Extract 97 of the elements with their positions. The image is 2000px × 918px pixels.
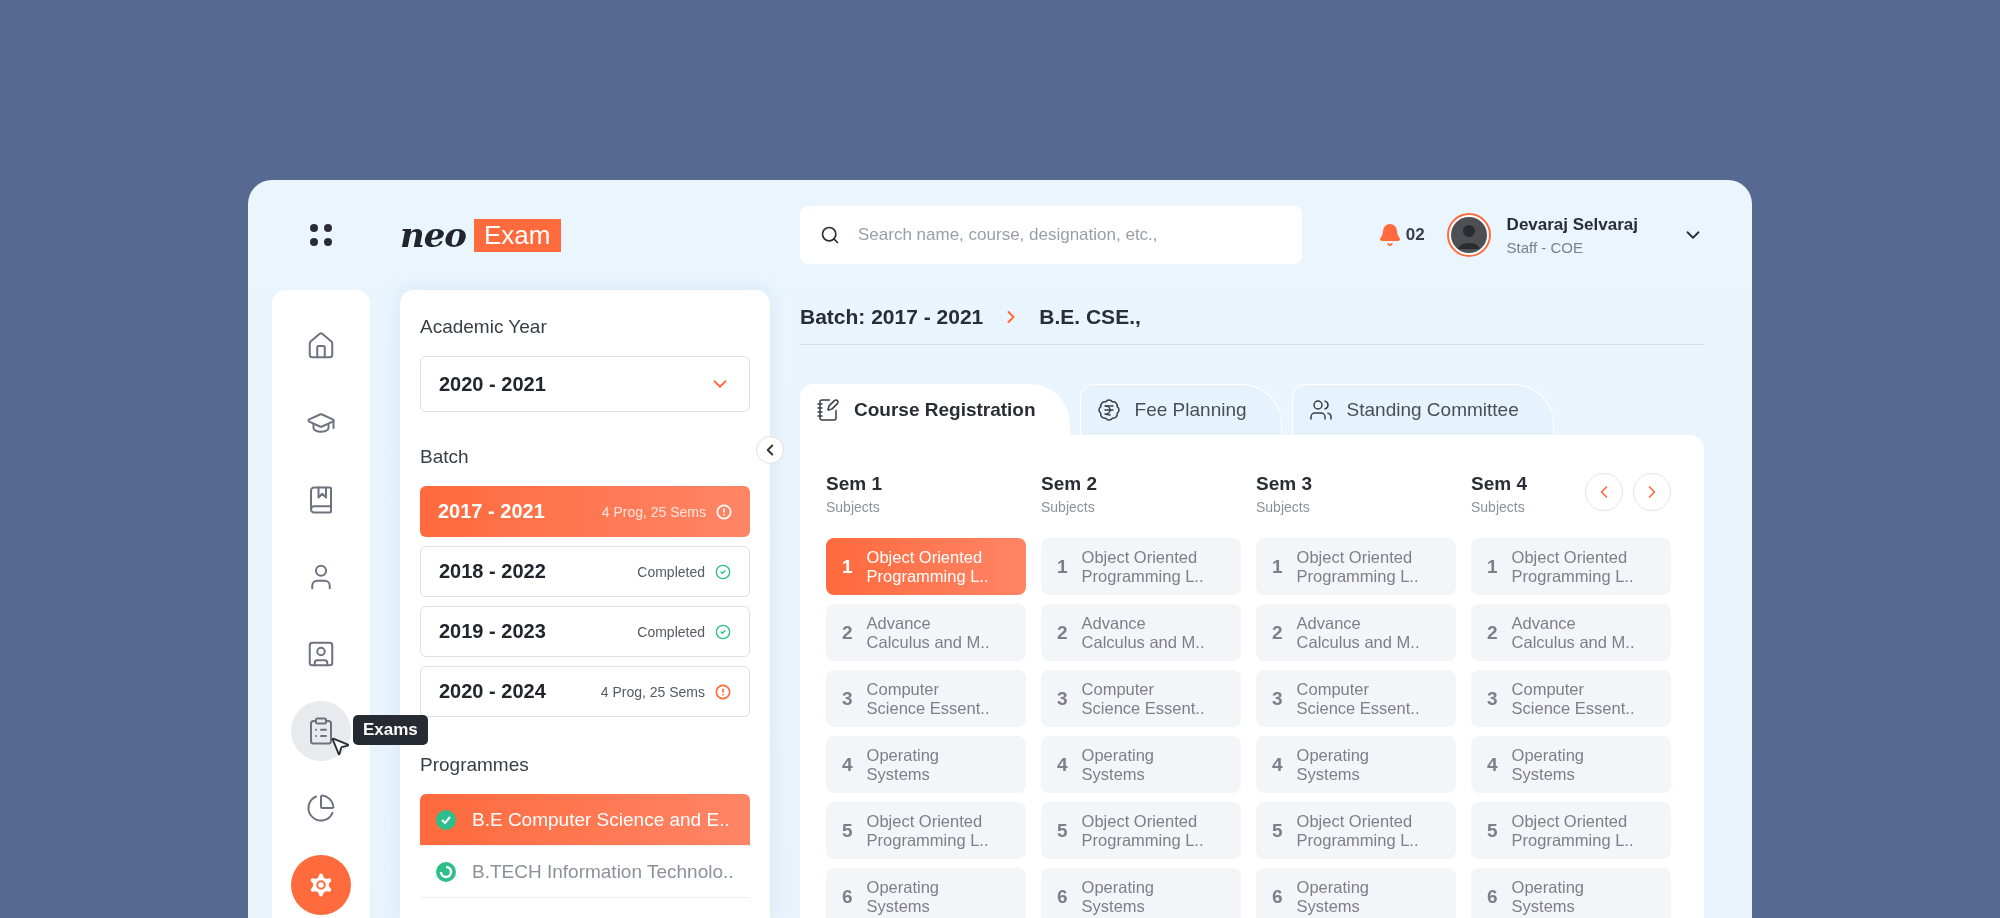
subject-number: 2 — [842, 621, 853, 644]
subject-name: Computer Science Essent.. — [1296, 679, 1421, 718]
programme-item[interactable]: B.E Computer Science and E.. — [420, 794, 750, 846]
collapse-button[interactable] — [756, 436, 784, 464]
batch-label: 2020 - 2024 — [439, 680, 546, 703]
user-name: Devaraj Selvaraj — [1506, 214, 1638, 235]
subject-number: 4 — [1057, 753, 1068, 776]
subject-number: 3 — [1487, 687, 1498, 710]
batch-status: 4 Prog, 25 Sems — [601, 503, 706, 520]
subject-number: 6 — [1272, 885, 1283, 908]
tab[interactable]: Course Registration — [800, 384, 1070, 435]
subject-name: Object Oriented Programming L.. — [866, 547, 990, 586]
menu-dots-icon[interactable] — [309, 223, 333, 247]
subject-name: Advance Calculus and M.. — [1081, 613, 1206, 652]
academic-year-dropdown[interactable]: 2020 - 2021 — [420, 356, 750, 412]
notebook-pen-icon — [816, 397, 840, 422]
batch-status: 4 Prog, 25 Sems — [600, 683, 705, 700]
section-label: Academic Year — [420, 316, 548, 338]
subject-number: 2 — [1487, 621, 1498, 644]
home-icon — [306, 331, 336, 361]
subject-number: 4 — [842, 753, 853, 776]
subject-name: Advance Calculus and M.. — [1296, 613, 1421, 652]
subject-number: 5 — [842, 819, 853, 842]
search-field[interactable]: Search name, course, designation, etc., — [800, 206, 1302, 264]
subject-number: 6 — [1487, 885, 1498, 908]
subject-name: Object Oriented Programming L.. — [1296, 547, 1420, 586]
subject-number: 4 — [1487, 753, 1498, 776]
semester-title: Sem 4 — [1471, 473, 1527, 495]
notification-bell-icon[interactable] — [1377, 223, 1402, 247]
subject-name: Computer Science Essent.. — [1081, 679, 1206, 718]
semester-subtitle: Subjects — [1471, 499, 1526, 515]
subject-number: 1 — [1487, 555, 1498, 578]
avatar[interactable] — [1446, 213, 1491, 257]
batch-status: Completed — [637, 623, 705, 640]
people-icon — [1308, 398, 1333, 422]
subject-name: Operating Systems — [1511, 745, 1586, 784]
subject-number: 1 — [1272, 555, 1283, 578]
user-role: Staff - COE — [1506, 238, 1585, 256]
semester-title: Sem 2 — [1041, 473, 1097, 495]
subject-name: Object Oriented Programming L.. — [1081, 547, 1205, 586]
subject-number: 5 — [1272, 819, 1283, 842]
logo-badge: Exam — [474, 218, 561, 252]
subject-number: 3 — [1272, 687, 1283, 710]
subject-number: 3 — [1057, 687, 1068, 710]
subject-name: Operating Systems — [1296, 877, 1371, 916]
batch-item[interactable]: 2017 - 2021 4 Prog, 25 Sems — [420, 486, 750, 537]
subject-number: 2 — [1272, 621, 1283, 644]
batch-label: 2019 - 2023 — [439, 620, 546, 643]
tab[interactable]: Fee Planning — [1079, 384, 1282, 435]
tab[interactable]: Standing Committee — [1291, 384, 1554, 435]
semester-subtitle: Subjects — [1256, 499, 1311, 515]
subject-name: Object Oriented Programming L.. — [1511, 811, 1635, 850]
section-label: Batch — [420, 446, 470, 468]
subject-number: 1 — [1057, 555, 1068, 578]
subject-name: Operating Systems — [866, 745, 941, 784]
subject-number: 3 — [842, 687, 853, 710]
subject-name: Computer Science Essent.. — [866, 679, 991, 718]
logo-wordmark: neo — [400, 215, 467, 255]
batch-label: 2018 - 2022 — [439, 560, 546, 583]
subject-name: Advance Calculus and M.. — [866, 613, 991, 652]
subject-name: Operating Systems — [1081, 745, 1156, 784]
batch-item[interactable]: 2020 - 2024 4 Prog, 25 Sems — [420, 666, 750, 717]
subject-number: 1 — [842, 555, 853, 578]
breadcrumb-item[interactable]: B.E. CSE., — [1039, 305, 1141, 329]
batch-item[interactable]: 2018 - 2022 Completed — [420, 546, 750, 597]
rupee-icon — [1096, 398, 1121, 422]
pie-chart-icon — [306, 793, 336, 823]
batch-label: 2017 - 2021 — [438, 500, 545, 523]
subject-number: 5 — [1057, 819, 1068, 842]
semester-title: Sem 3 — [1256, 473, 1312, 495]
subject-number: 5 — [1487, 819, 1498, 842]
subject-name: Object Oriented Programming L.. — [1081, 811, 1205, 850]
semester-title: Sem 1 — [826, 473, 882, 495]
subject-name: Object Oriented Programming L.. — [866, 811, 990, 850]
subject-number: 4 — [1272, 753, 1283, 776]
subject-name: Object Oriented Programming L.. — [1511, 547, 1635, 586]
subject-name: Operating Systems — [1296, 745, 1371, 784]
subject-name: Operating Systems — [1511, 877, 1586, 916]
sidebar-item[interactable] — [291, 855, 351, 915]
cursor-icon — [329, 735, 351, 757]
batch-item[interactable]: 2019 - 2023 Completed — [420, 606, 750, 657]
tooltip: Exams — [353, 715, 428, 745]
subject-number: 2 — [1057, 621, 1068, 644]
search-icon — [820, 225, 840, 245]
id-badge-icon — [306, 639, 336, 669]
subject-name: Computer Science Essent.. — [1511, 679, 1636, 718]
subject-name: Object Oriented Programming L.. — [1296, 811, 1420, 850]
notification-count: 02 — [1405, 225, 1425, 245]
batch-status: Completed — [637, 563, 705, 580]
subject-number: 6 — [842, 885, 853, 908]
subject-name: Advance Calculus and M.. — [1511, 613, 1636, 652]
breadcrumb-item[interactable]: Batch: 2017 - 2021 — [800, 305, 984, 329]
subject-name: Operating Systems — [866, 877, 941, 916]
semester-subtitle: Subjects — [826, 499, 881, 515]
subject-number: 6 — [1057, 885, 1068, 908]
subject-name: Operating Systems — [1081, 877, 1156, 916]
semester-subtitle: Subjects — [1041, 499, 1096, 515]
